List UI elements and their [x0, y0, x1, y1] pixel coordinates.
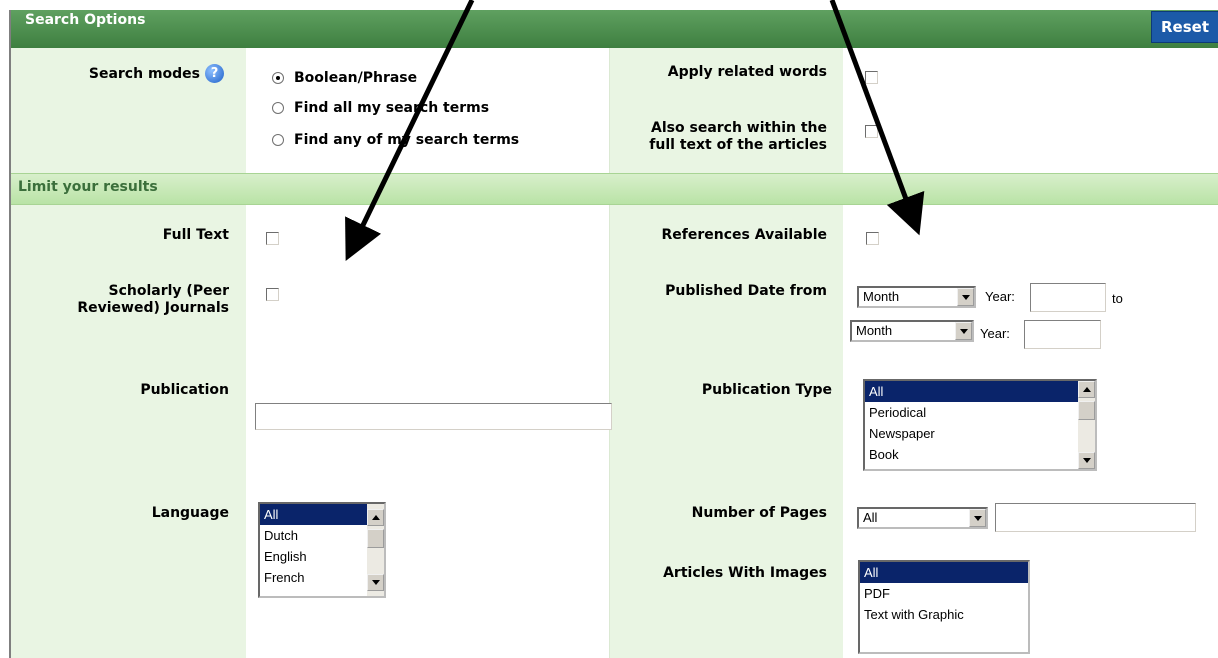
arrow-icon	[345, 0, 475, 262]
annotation-arrows	[345, 0, 925, 262]
arrow-icon	[829, 0, 925, 236]
